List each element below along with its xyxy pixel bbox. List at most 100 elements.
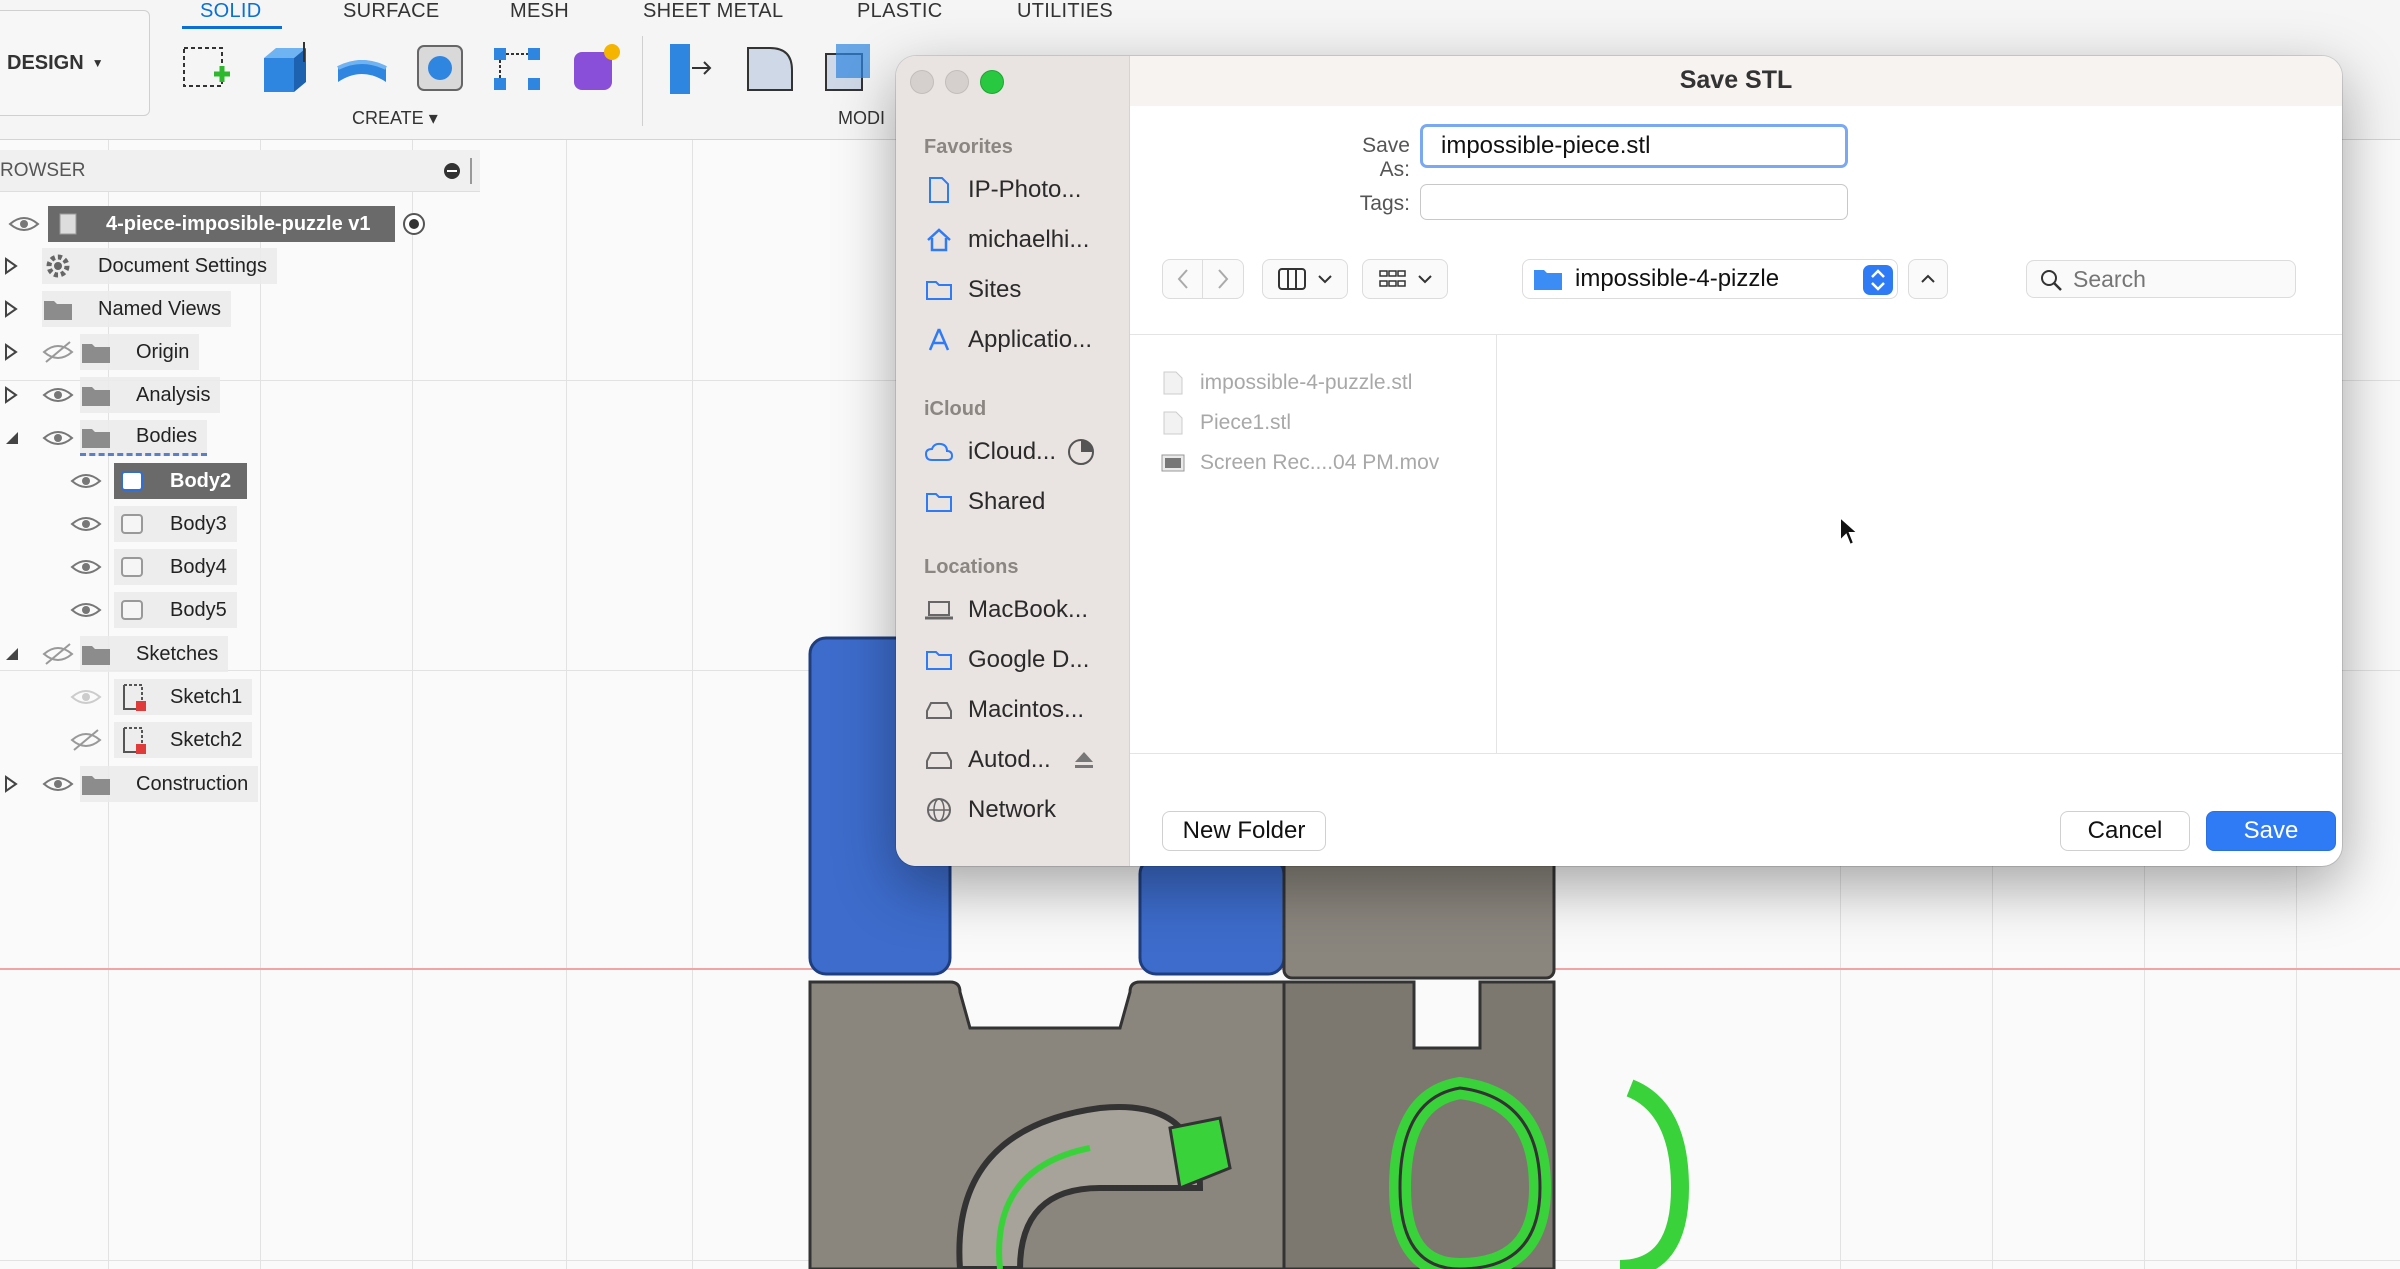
grid-line [412,140,413,1269]
expand-arrow-icon[interactable] [4,386,22,404]
search-icon [2041,270,2062,291]
eye-icon[interactable] [68,592,104,628]
file-row[interactable]: Piece1.stl [1160,405,1291,441]
fillet-icon[interactable] [740,38,800,98]
eye-icon[interactable] [6,206,42,242]
file-row[interactable]: impossible-4-puzzle.stl [1160,365,1412,401]
file-row[interactable]: Screen Rec....04 PM.mov [1160,445,1439,481]
expand-arrow-icon[interactable] [4,343,22,361]
eye-icon[interactable] [68,506,104,542]
press-pull-icon[interactable] [660,38,720,98]
tree-item-analysis[interactable]: Analysis [0,377,221,413]
eye-icon[interactable] [68,549,104,585]
tree-item-body2[interactable]: Body2 [68,463,248,499]
save-as-input[interactable] [1420,124,1848,168]
sidebar-item-autodesk[interactable]: Autod... [924,740,1124,780]
tree-item-bodies[interactable]: Bodies [0,420,208,456]
sidebar-item-home[interactable]: michaelhi... [924,220,1124,260]
save-button[interactable]: Save [2206,811,2336,851]
panel-grip-icon[interactable] [470,158,474,184]
location-popup[interactable]: impossible-4-pizzle [1522,259,1898,299]
extrude-icon[interactable] [254,38,314,98]
eye-icon[interactable] [68,463,104,499]
sidebar-item-label: IP-Photo... [968,176,1082,203]
tab-mesh[interactable]: MESH [510,0,569,23]
zoom-window-button[interactable] [980,70,1004,94]
forward-button[interactable] [1203,260,1243,298]
tree-item-named-views[interactable]: Named Views [0,291,232,327]
sidebar-item-label: Macintos... [968,696,1085,723]
activate-radio-icon[interactable] [399,209,429,239]
sidebar-item-icloud-drive[interactable]: iCloud... [924,432,1124,472]
collapse-arrow-icon[interactable] [4,645,22,663]
collapse-dialog-button[interactable] [1908,259,1948,299]
collapse-arrow-icon[interactable] [4,429,22,447]
sidebar-section-locations: Locations [924,556,1019,578]
grid-line [692,140,693,1269]
tab-surface[interactable]: SURFACE [343,0,440,23]
sidebar-item-label: Shared [968,488,1046,515]
file-browser[interactable]: impossible-4-puzzle.stl Piece1.stl Scree… [1130,334,2342,754]
tree-item-body4[interactable]: Body4 [68,549,237,585]
shell-icon[interactable] [818,38,878,98]
new-folder-button[interactable]: New Folder [1162,811,1326,851]
gray-piece-top[interactable] [1282,856,1556,980]
group-by-button[interactable] [1362,259,1448,299]
expand-arrow-icon[interactable] [4,775,22,793]
tree-label: Document Settings [98,254,267,277]
eye-hidden-icon[interactable] [40,334,76,370]
eject-icon[interactable] [1073,749,1095,771]
hole-icon[interactable] [410,38,470,98]
minimize-icon[interactable] [444,163,460,179]
tree-item-sketches[interactable]: Sketches [0,636,229,672]
create-sketch-icon[interactable] [176,38,236,98]
blue-body-tab[interactable] [1138,856,1286,976]
close-window-button[interactable] [910,70,934,94]
tree-item-body3[interactable]: Body3 [68,506,237,542]
tags-input[interactable] [1420,184,1848,220]
form-icon[interactable] [566,38,626,98]
sidebar-item-network[interactable]: Network [924,790,1124,830]
tree-root[interactable]: 4-piece-imposible-puzzle v1 [0,206,429,242]
revolve-icon[interactable] [332,38,392,98]
eye-icon[interactable] [40,766,76,802]
minimize-window-button[interactable] [945,70,969,94]
tab-sheet-metal[interactable]: SHEET METAL [643,0,783,23]
tab-utilities[interactable]: UTILITIES [1017,0,1113,23]
sidebar-item-sites[interactable]: Sites [924,270,1124,310]
file-name: Piece1.stl [1200,411,1292,434]
eye-icon[interactable] [68,679,104,715]
sidebar-item-ip-photo[interactable]: IP-Photo... [924,170,1124,210]
workspace-switcher[interactable]: DESIGN ▼ [0,10,150,116]
sidebar-item-applications[interactable]: Applicatio... [924,320,1124,360]
create-group-label[interactable]: CREATE ▾ [352,108,438,129]
tree-item-origin[interactable]: Origin [0,334,200,370]
tab-plastic[interactable]: PLASTIC [857,0,942,23]
sidebar-item-macbook[interactable]: MacBook... [924,590,1124,630]
modify-group-label[interactable]: MODI [838,108,885,129]
sidebar-item-google-drive[interactable]: Google D... [924,640,1124,680]
pattern-icon[interactable] [488,38,548,98]
eye-icon[interactable] [40,420,76,456]
tree-item-construction[interactable]: Construction [0,766,259,802]
columns-view-icon [1278,268,1306,290]
tree-item-sketch2[interactable]: Sketch2 [68,722,253,758]
tree-label: Construction [136,772,249,795]
tree-item-body5[interactable]: Body5 [68,592,237,628]
sidebar-item-shared[interactable]: Shared [924,482,1124,522]
view-mode-button[interactable] [1262,259,1348,299]
search-input[interactable] [2073,265,2283,293]
expand-arrow-icon[interactable] [4,257,22,275]
eye-icon[interactable] [40,377,76,413]
folder-icon [44,301,72,320]
cancel-button[interactable]: Cancel [2060,811,2190,851]
column-divider[interactable] [1496,335,1497,753]
eye-hidden-icon[interactable] [40,636,76,672]
tree-item-sketch1[interactable]: Sketch1 [68,679,253,715]
eye-hidden-icon[interactable] [68,722,104,758]
sidebar-item-macintosh-hd[interactable]: Macintos... [924,690,1124,730]
tab-solid[interactable]: SOLID [200,0,262,23]
expand-arrow-icon[interactable] [4,300,22,318]
tree-item-document-settings[interactable]: Document Settings [0,248,277,284]
back-button[interactable] [1163,260,1203,298]
